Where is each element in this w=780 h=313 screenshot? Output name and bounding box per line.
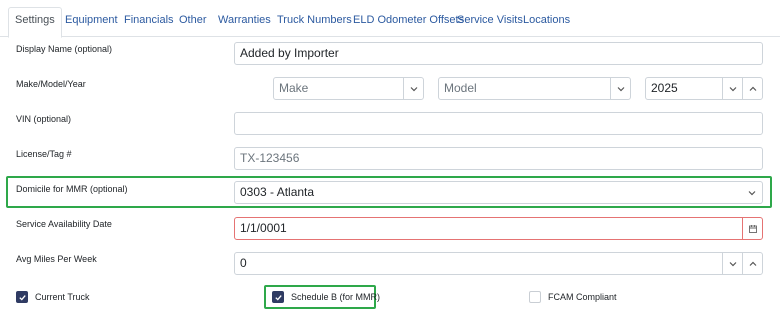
chevron-up-icon[interactable]	[742, 78, 762, 99]
year-stepper[interactable]: 2025	[645, 77, 763, 100]
avg-miles-value: 0	[240, 256, 247, 270]
domicile-value: 0303 - Atlanta	[240, 185, 315, 199]
tab-bar: Settings Equipment Financials Other Warr…	[0, 0, 780, 38]
tab-other[interactable]: Other	[173, 8, 213, 37]
year-value: 2025	[651, 81, 678, 95]
display-name-label: Display Name (optional)	[16, 44, 113, 54]
checkmark-icon	[274, 294, 282, 301]
chevron-down-icon[interactable]	[722, 78, 742, 99]
avg-miles-label: Avg Miles Per Week	[16, 254, 97, 264]
chevron-down-icon	[610, 78, 630, 99]
domicile-select[interactable]: 0303 - Atlanta	[234, 181, 763, 204]
tab-equipment[interactable]: Equipment	[59, 8, 124, 37]
license-input[interactable]: TX-123456	[234, 147, 763, 170]
schedule-b-label: Schedule B (for MMR)	[291, 292, 381, 302]
fcam-checkbox[interactable]	[529, 291, 541, 303]
chevron-down-icon	[403, 78, 423, 99]
license-label: License/Tag #	[16, 149, 72, 159]
tab-financials[interactable]: Financials	[118, 8, 180, 37]
tab-warranties[interactable]: Warranties	[212, 8, 277, 37]
display-name-input[interactable]: Added by Importer	[234, 42, 763, 65]
calendar-icon[interactable]	[742, 218, 762, 239]
current-truck-checkbox[interactable]	[16, 291, 28, 303]
vin-label: VIN (optional)	[16, 114, 72, 124]
chevron-up-icon[interactable]	[742, 253, 762, 274]
chevron-down-icon	[742, 182, 762, 203]
service-date-label: Service Availability Date	[16, 219, 112, 229]
make-select[interactable]: Make	[273, 77, 424, 100]
make-model-year-label: Make/Model/Year	[16, 79, 86, 89]
service-date-input[interactable]: 1/1/0001	[234, 217, 763, 240]
chevron-down-icon[interactable]	[722, 253, 742, 274]
avg-miles-stepper[interactable]: 0	[234, 252, 763, 275]
schedule-b-checkbox[interactable]	[272, 291, 284, 303]
service-date-value: 1/1/0001	[240, 221, 287, 235]
domicile-label: Domicile for MMR (optional)	[16, 184, 128, 194]
tab-truck-numbers[interactable]: Truck Numbers	[271, 8, 358, 37]
fcam-label: FCAM Compliant	[548, 292, 617, 302]
tab-locations[interactable]: Locations	[517, 8, 576, 37]
checkmark-icon	[18, 294, 26, 301]
model-select[interactable]: Model	[438, 77, 631, 100]
vin-input[interactable]	[234, 112, 763, 135]
model-select-value: Model	[444, 81, 477, 95]
tab-settings[interactable]: Settings	[8, 7, 62, 38]
current-truck-label: Current Truck	[35, 292, 90, 302]
make-select-value: Make	[279, 81, 309, 95]
